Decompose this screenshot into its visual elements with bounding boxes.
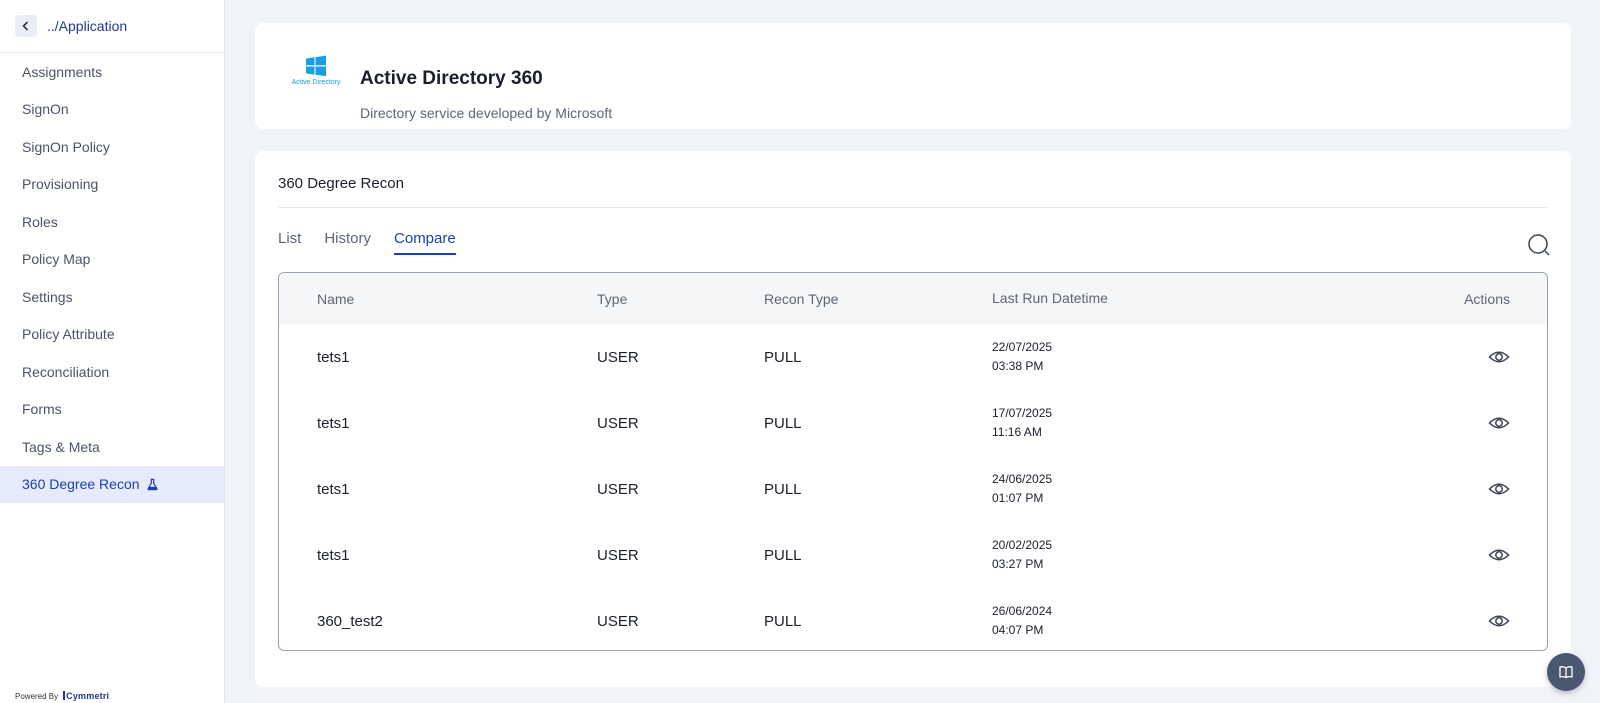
table-row: 360_test2 USER PULL 26/06/2024 04:07 PM [279, 588, 1547, 650]
tab-history[interactable]: History [324, 230, 371, 255]
app-info-card: Active Directory Active Directory 360 Di… [255, 23, 1571, 129]
cell-recon-type: PULL [764, 480, 802, 498]
cell-type: USER [597, 414, 639, 432]
back-button[interactable] [15, 15, 37, 37]
recon-card: 360 Degree Recon List History Compare Na… [255, 151, 1571, 687]
app-subtitle: Directory service developed by Microsoft [360, 105, 613, 121]
cell-last-run: 22/07/2025 03:38 PM [992, 340, 1053, 373]
chevron-left-icon [22, 21, 29, 31]
help-button[interactable] [1547, 653, 1585, 691]
column-header-recon-type: Recon Type [764, 290, 839, 307]
tab-compare[interactable]: Compare [394, 230, 456, 255]
column-header-name: Name [317, 290, 355, 307]
book-icon [1559, 666, 1573, 679]
cell-recon-type: PULL [764, 414, 802, 432]
view-button[interactable] [1488, 346, 1510, 368]
table-row: tets1 USER PULL 17/07/2025 11:16 AM [279, 390, 1547, 456]
powered-by-label: Powered By [15, 691, 59, 701]
app-logo-text: Active Directory [291, 79, 341, 86]
recon-table: Name Type Recon Type Last Run Datetime A… [278, 272, 1548, 651]
sidebar-item-provisioning[interactable]: Provisioning [0, 166, 224, 204]
cell-type: USER [597, 546, 639, 564]
sidebar-item-settings[interactable]: Settings [0, 278, 224, 316]
sidebar-item-360-degree-recon[interactable]: 360 Degree Recon [0, 465, 224, 503]
app-logo: Active Directory [285, 55, 347, 95]
breadcrumb-link[interactable]: ../Application [47, 18, 127, 34]
cell-last-run: 17/07/2025 11:16 AM [992, 406, 1053, 439]
sidebar-item-label: Policy Attribute [22, 326, 115, 343]
sidebar-item-roles[interactable]: Roles [0, 203, 224, 241]
column-header-last-run: Last Run Datetime [992, 290, 1108, 306]
sidebar-item-label: Policy Map [22, 251, 91, 268]
app-title: Active Directory 360 [360, 68, 543, 89]
sidebar-item-label: Settings [22, 288, 73, 305]
sidebar-item-policy-attribute[interactable]: Policy Attribute [0, 316, 224, 354]
flask-icon [146, 478, 159, 491]
view-button[interactable] [1488, 412, 1510, 434]
cell-recon-type: PULL [764, 348, 802, 366]
sidebar-item-label: Reconciliation [22, 363, 110, 380]
eye-icon [1488, 483, 1510, 495]
cell-type: USER [597, 612, 639, 630]
section-title: 360 Degree Recon [278, 175, 404, 192]
sidebar-item-forms[interactable]: Forms [0, 391, 224, 429]
eye-icon [1488, 417, 1510, 429]
search-icon [1528, 234, 1550, 256]
sidebar-item-signon[interactable]: SignOn [0, 91, 224, 129]
view-button[interactable] [1488, 478, 1510, 500]
table-row: tets1 USER PULL 20/02/2025 03:27 PM [279, 522, 1547, 588]
table-row: tets1 USER PULL 24/06/2025 01:07 PM [279, 456, 1547, 522]
sidebar-item-label: Tags & Meta [22, 438, 100, 455]
sidebar-item-label: 360 Degree Recon [22, 476, 140, 493]
cymmetri-logo: Cymmetri [63, 691, 109, 701]
sidebar-item-label: Assignments [22, 63, 103, 80]
sidebar-item-label: SignOn [22, 101, 69, 118]
cell-type: USER [597, 480, 639, 498]
tab-list[interactable]: List [278, 230, 301, 255]
sidebar-item-label: SignOn Policy [22, 138, 110, 155]
sidebar-item-label: Provisioning [22, 176, 99, 193]
sidebar-item-policy-map[interactable]: Policy Map [0, 241, 224, 279]
sidebar-item-label: Forms [22, 401, 62, 418]
cell-name: tets1 [317, 414, 350, 432]
cell-recon-type: PULL [764, 612, 802, 630]
cell-name: tets1 [317, 546, 350, 564]
table-header: Name Type Recon Type Last Run Datetime A… [279, 273, 1547, 324]
sidebar-item-tags-meta[interactable]: Tags & Meta [0, 428, 224, 466]
windows-logo-icon [306, 55, 326, 77]
cell-name: tets1 [317, 480, 350, 498]
sidebar-item-reconciliation[interactable]: Reconciliation [0, 353, 224, 391]
sidebar: ../Application Assignments SignOn SignOn… [0, 0, 225, 703]
sidebar-item-signon-policy[interactable]: SignOn Policy [0, 128, 224, 166]
sidebar-header: ../Application [0, 0, 224, 53]
cell-name: 360_test2 [317, 612, 383, 630]
cell-recon-type: PULL [764, 546, 802, 564]
cell-name: tets1 [317, 348, 350, 366]
cell-type: USER [597, 348, 639, 366]
eye-icon [1488, 615, 1510, 627]
powered-by: Powered By Cymmetri [15, 689, 109, 703]
divider [278, 207, 1548, 208]
tab-bar: List History Compare [278, 230, 456, 255]
view-button[interactable] [1488, 610, 1510, 632]
cell-last-run: 20/02/2025 03:27 PM [992, 538, 1053, 571]
cell-last-run: 24/06/2025 01:07 PM [992, 472, 1053, 505]
eye-icon [1488, 351, 1510, 363]
column-header-type: Type [597, 290, 628, 307]
sidebar-item-label: Roles [22, 213, 58, 230]
table-row: tets1 USER PULL 22/07/2025 03:38 PM [279, 324, 1547, 390]
view-button[interactable] [1488, 544, 1510, 566]
column-header-actions: Actions [1464, 290, 1510, 307]
eye-icon [1488, 549, 1510, 561]
search-button[interactable] [1527, 233, 1551, 257]
sidebar-nav: Assignments SignOn SignOn Policy Provisi… [0, 53, 224, 503]
sidebar-item-assignments[interactable]: Assignments [0, 53, 224, 91]
cell-last-run: 26/06/2024 04:07 PM [992, 604, 1053, 637]
